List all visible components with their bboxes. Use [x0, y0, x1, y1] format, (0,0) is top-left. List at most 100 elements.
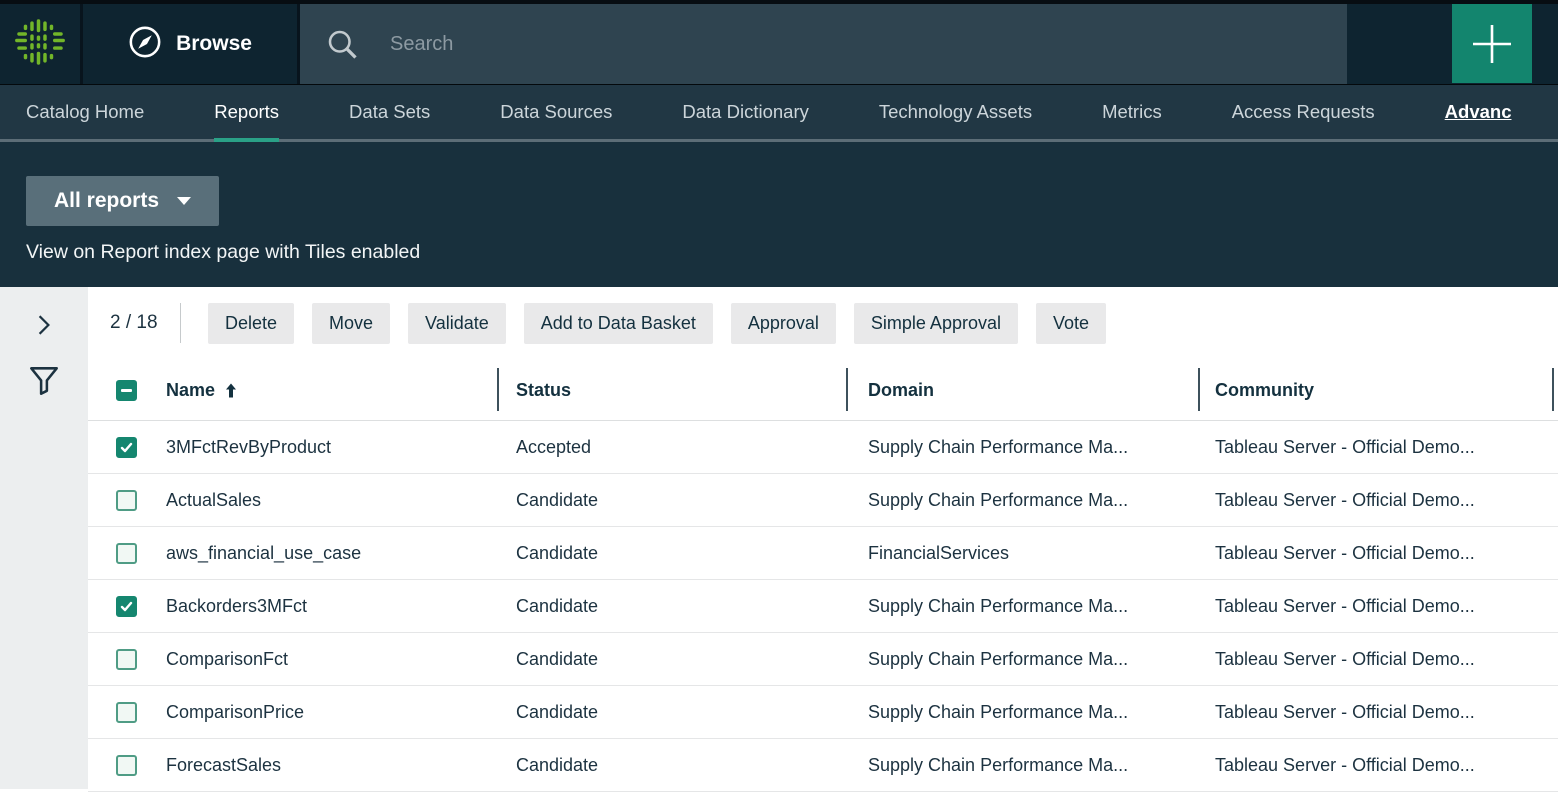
view-selector-label: All reports [54, 189, 159, 213]
row-checkbox[interactable] [116, 702, 137, 723]
toolbar-button[interactable]: Add to Data Basket [524, 303, 713, 344]
table-row: ComparisonPrice Candidate Supply Chain P… [88, 686, 1558, 739]
toolbar-button[interactable]: Simple Approval [854, 303, 1018, 344]
row-status: Candidate [497, 702, 846, 723]
row-domain: FinancialServices [846, 543, 1198, 564]
row-name[interactable]: ForecastSales [154, 755, 497, 776]
nav-tab[interactable]: Data Dictionary [682, 85, 808, 139]
column-header-domain[interactable]: Domain [846, 359, 1198, 421]
row-name[interactable]: ComparisonPrice [154, 702, 497, 723]
nav-tab-label: Data Dictionary [682, 101, 808, 123]
table-row: Backorders3MFct Candidate Supply Chain P… [88, 580, 1558, 633]
toolbar-button[interactable]: Move [312, 303, 390, 344]
nav-tab-label: Technology Assets [879, 101, 1032, 123]
row-checkbox[interactable] [116, 755, 137, 776]
toolbar-button[interactable]: Vote [1036, 303, 1106, 344]
funnel-icon [29, 366, 59, 396]
table-body: 3MFctRevByProduct Accepted Supply Chain … [88, 421, 1558, 792]
table-row: 3MFctRevByProduct Accepted Supply Chain … [88, 421, 1558, 474]
search-input[interactable] [390, 33, 1290, 56]
nav-tab-label: Reports [214, 101, 279, 123]
nav-tab[interactable]: Advanc [1445, 85, 1512, 139]
row-status: Candidate [497, 490, 846, 511]
bulk-actions-toolbar: 2 / 18 Delete Move Validate Add to Data Bas… [88, 287, 1558, 359]
row-checkbox[interactable] [116, 490, 137, 511]
nav-tab[interactable]: Technology Assets [879, 85, 1032, 139]
table-row: ComparisonFct Candidate Supply Chain Per… [88, 633, 1558, 686]
toolbar-button[interactable]: Delete [208, 303, 294, 344]
report-list: 2 / 18 Delete Move Validate Add to Data Bas… [88, 287, 1558, 789]
row-name[interactable]: ActualSales [154, 490, 497, 511]
browse-button[interactable]: Browse [83, 4, 297, 84]
collibra-logo-icon [14, 16, 66, 73]
nav-tab[interactable]: Reports [214, 85, 279, 139]
row-status: Candidate [497, 543, 846, 564]
top-bar: Browse [0, 0, 1558, 85]
nav-tab[interactable]: Access Requests [1232, 85, 1375, 139]
catalog-nav: Catalog Home Reports Data Sets Data Sour… [0, 85, 1558, 142]
row-domain: Supply Chain Performance Ma... [846, 702, 1198, 723]
row-checkbox[interactable] [116, 649, 137, 670]
table-row: aws_financial_use_case Candidate Financi… [88, 527, 1558, 580]
nav-tab-label: Advanc [1445, 101, 1512, 123]
row-community: Tableau Server - Official Demo... [1198, 437, 1552, 458]
left-rail [0, 287, 88, 789]
row-checkbox[interactable] [116, 437, 137, 458]
nav-tab-label: Catalog Home [26, 101, 144, 123]
row-domain: Supply Chain Performance Ma... [846, 755, 1198, 776]
row-name[interactable]: 3MFctRevByProduct [154, 437, 497, 458]
row-community: Tableau Server - Official Demo... [1198, 755, 1552, 776]
indeterminate-icon [120, 384, 133, 397]
nav-tab[interactable]: Data Sources [500, 85, 612, 139]
column-header-end [1552, 359, 1558, 421]
table-row: ActualSales Candidate Supply Chain Perfo… [88, 474, 1558, 527]
table-row: ForecastSales Candidate Supply Chain Per… [88, 739, 1558, 792]
row-name[interactable]: ComparisonFct [154, 649, 497, 670]
nav-tab[interactable]: Data Sets [349, 85, 430, 139]
table-header: Name Status Domain Community [88, 359, 1558, 421]
global-search [300, 4, 1347, 84]
nav-tab[interactable]: Catalog Home [26, 85, 144, 139]
nav-tab-label: Access Requests [1232, 101, 1375, 123]
view-selector-button[interactable]: All reports [26, 176, 219, 226]
row-domain: Supply Chain Performance Ma... [846, 437, 1198, 458]
row-status: Candidate [497, 596, 846, 617]
row-status: Candidate [497, 649, 846, 670]
column-header-name[interactable]: Name [154, 359, 497, 421]
compass-icon [128, 25, 162, 64]
sort-ascending-icon [225, 383, 237, 398]
collibra-logo[interactable] [0, 4, 80, 84]
chevron-down-icon [177, 197, 191, 205]
nav-tab-label: Data Sources [500, 101, 612, 123]
expand-panel-button[interactable] [24, 305, 64, 345]
nav-tab[interactable]: Metrics [1102, 85, 1162, 139]
nav-tab-label: Data Sets [349, 101, 430, 123]
view-header: All reports View on Report index page wi… [0, 142, 1558, 287]
row-community: Tableau Server - Official Demo... [1198, 490, 1552, 511]
row-community: Tableau Server - Official Demo... [1198, 702, 1552, 723]
row-name[interactable]: Backorders3MFct [154, 596, 497, 617]
selection-counter: 2 / 18 [110, 312, 172, 334]
column-header-status[interactable]: Status [497, 359, 846, 421]
row-community: Tableau Server - Official Demo... [1198, 543, 1552, 564]
create-asset-button[interactable] [1452, 4, 1532, 83]
row-checkbox[interactable] [116, 543, 137, 564]
select-all-checkbox[interactable] [116, 380, 137, 401]
toolbar-button[interactable]: Approval [731, 303, 836, 344]
check-icon [120, 441, 133, 454]
check-icon [120, 600, 133, 613]
toolbar-button[interactable]: Validate [408, 303, 506, 344]
row-domain: Supply Chain Performance Ma... [846, 649, 1198, 670]
row-name[interactable]: aws_financial_use_case [154, 543, 497, 564]
search-icon [324, 26, 360, 62]
column-header-community[interactable]: Community [1198, 359, 1552, 421]
toolbar-divider [180, 303, 181, 343]
row-community: Tableau Server - Official Demo... [1198, 649, 1552, 670]
row-status: Accepted [497, 437, 846, 458]
nav-tab-label: Metrics [1102, 101, 1162, 123]
row-checkbox[interactable] [116, 596, 137, 617]
row-domain: Supply Chain Performance Ma... [846, 596, 1198, 617]
chevron-right-icon [37, 314, 51, 336]
filter-button[interactable] [24, 361, 64, 401]
row-domain: Supply Chain Performance Ma... [846, 490, 1198, 511]
